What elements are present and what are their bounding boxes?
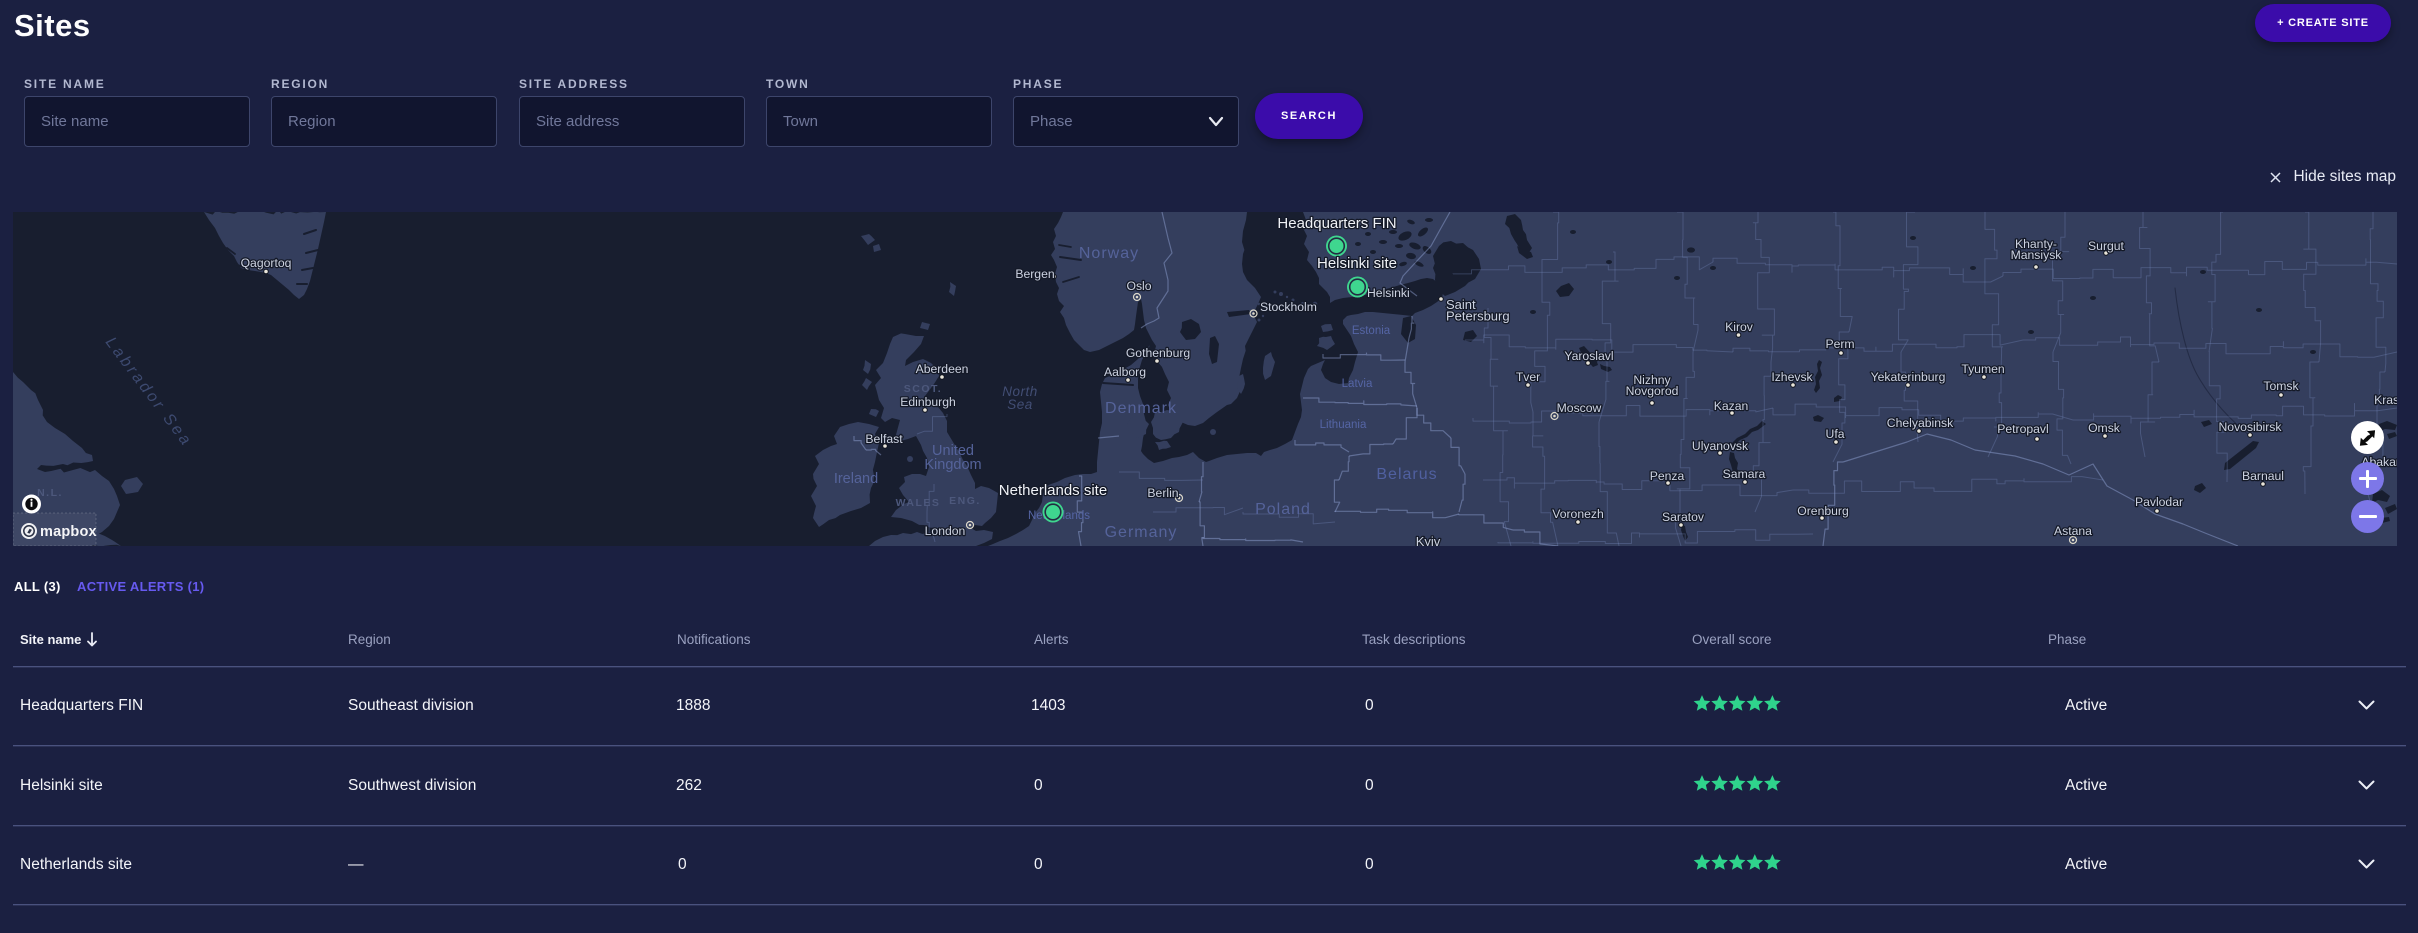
svg-text:Voronezh: Voronezh	[1552, 507, 1604, 521]
svg-text:Headquarters FIN: Headquarters FIN	[1277, 215, 1396, 232]
svg-text:Belarus: Belarus	[1376, 466, 1437, 483]
svg-text:Kazan: Kazan	[1714, 399, 1749, 413]
svg-text:Kirov: Kirov	[1725, 320, 1754, 334]
svg-text:Edinburgh: Edinburgh	[900, 395, 956, 409]
svg-text:Norway: Norway	[1079, 245, 1139, 262]
svg-text:Orenburg: Orenburg	[1797, 504, 1849, 518]
svg-text:Novosibirsk: Novosibirsk	[2219, 420, 2283, 434]
svg-text:Sea: Sea	[1007, 397, 1033, 412]
svg-text:Aberdeen: Aberdeen	[916, 362, 969, 376]
svg-text:N.L.: N.L.	[37, 487, 63, 499]
svg-text:Qagortoq: Qagortoq	[241, 256, 292, 270]
svg-text:Pavlodar: Pavlodar	[2135, 495, 2183, 509]
svg-text:Helsinki: Helsinki	[1367, 286, 1410, 300]
svg-text:Petersburg: Petersburg	[1446, 309, 1510, 324]
svg-text:Denmark: Denmark	[1105, 400, 1177, 417]
svg-text:Surgut: Surgut	[2088, 239, 2125, 253]
svg-text:Latvia: Latvia	[1342, 378, 1373, 390]
svg-text:Aalborg: Aalborg	[1104, 365, 1146, 379]
svg-text:Yekaterinburg: Yekaterinburg	[1871, 370, 1946, 384]
svg-text:Netherlands site: Netherlands site	[999, 482, 1107, 499]
svg-text:Belfast: Belfast	[865, 432, 903, 446]
svg-text:Penza: Penza	[1650, 469, 1685, 483]
svg-text:Germany: Germany	[1105, 524, 1178, 541]
svg-text:Omsk: Omsk	[2088, 421, 2121, 435]
svg-text:SCOT.: SCOT.	[904, 383, 942, 395]
svg-text:Barnaul: Barnaul	[2242, 469, 2284, 483]
svg-text:Samara: Samara	[1723, 467, 1766, 481]
svg-text:Kyiv: Kyiv	[1416, 534, 1441, 546]
svg-text:Oslo: Oslo	[1126, 279, 1151, 293]
svg-text:Lithuania: Lithuania	[1320, 419, 1367, 431]
svg-text:Tver: Tver	[1516, 370, 1540, 384]
svg-text:Gothenburg: Gothenburg	[1126, 346, 1190, 360]
svg-text:Tomsk: Tomsk	[2263, 379, 2299, 393]
svg-text:Tyumen: Tyumen	[1961, 362, 2004, 376]
svg-text:Yaroslavl: Yaroslavl	[1564, 349, 1613, 363]
svg-text:Mansiysk: Mansiysk	[2011, 248, 2063, 262]
svg-text:Ireland: Ireland	[834, 471, 878, 487]
svg-text:WALES: WALES	[896, 497, 941, 509]
svg-text:Krasn: Krasn	[2374, 393, 2397, 407]
svg-text:mapbox: mapbox	[40, 524, 97, 540]
svg-text:Berlin: Berlin	[1147, 486, 1178, 500]
svg-text:Izhevsk: Izhevsk	[1771, 370, 1813, 384]
svg-text:Petropavl: Petropavl	[1997, 422, 2049, 436]
svg-text:Kingdom: Kingdom	[924, 457, 981, 473]
svg-text:Estonia: Estonia	[1352, 325, 1391, 337]
svg-text:Ufa: Ufa	[1826, 427, 1845, 441]
svg-text:Astana: Astana	[2054, 524, 2092, 538]
svg-text:Stockholm: Stockholm	[1260, 300, 1317, 314]
svg-text:Novgorod: Novgorod	[1626, 384, 1679, 398]
svg-text:Ulyanovsk: Ulyanovsk	[1692, 439, 1749, 453]
svg-text:Poland: Poland	[1255, 501, 1311, 518]
svg-text:Moscow: Moscow	[1557, 401, 1602, 415]
svg-text:Chelyabinsk: Chelyabinsk	[1887, 416, 1954, 430]
svg-text:Bergen: Bergen	[1015, 267, 1054, 281]
svg-text:Helsinki site: Helsinki site	[1317, 255, 1397, 272]
svg-text:ENG.: ENG.	[949, 495, 981, 507]
svg-text:Perm: Perm	[1825, 337, 1854, 351]
svg-text:Saratov: Saratov	[1662, 510, 1705, 524]
svg-text:London: London	[925, 524, 966, 538]
